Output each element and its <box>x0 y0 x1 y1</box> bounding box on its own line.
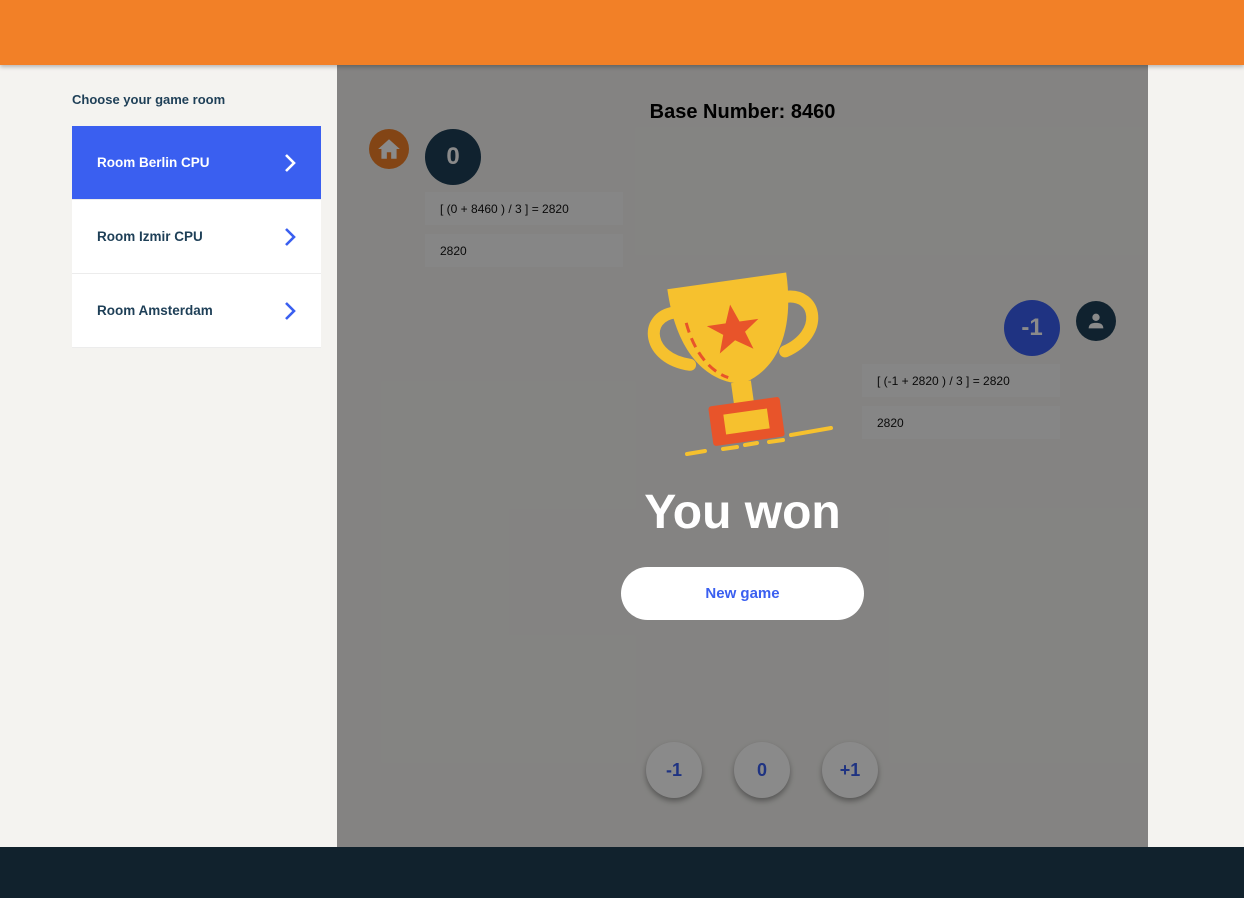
result-overlay: You won New game <box>337 65 1148 847</box>
room-label: Room Amsterdam <box>97 303 213 318</box>
result-message: You won <box>644 486 841 539</box>
chevron-right-icon <box>285 301 296 320</box>
room-item-berlin[interactable]: Room Berlin CPU <box>72 126 321 200</box>
room-item-amsterdam[interactable]: Room Amsterdam <box>72 274 321 348</box>
trophy-icon <box>647 272 833 456</box>
room-item-izmir[interactable]: Room Izmir CPU <box>72 200 321 274</box>
room-label: Room Berlin CPU <box>97 155 210 170</box>
chevron-right-icon <box>285 153 296 172</box>
room-list: Room Berlin CPU Room Izmir CPU Room Amst… <box>72 126 321 348</box>
footer <box>0 847 1244 898</box>
chevron-right-icon <box>285 227 296 246</box>
sidebar-title: Choose your game room <box>72 92 226 107</box>
new-game-button[interactable]: New game <box>621 567 864 620</box>
room-label: Room Izmir CPU <box>97 229 203 244</box>
top-app-bar <box>0 0 1244 65</box>
